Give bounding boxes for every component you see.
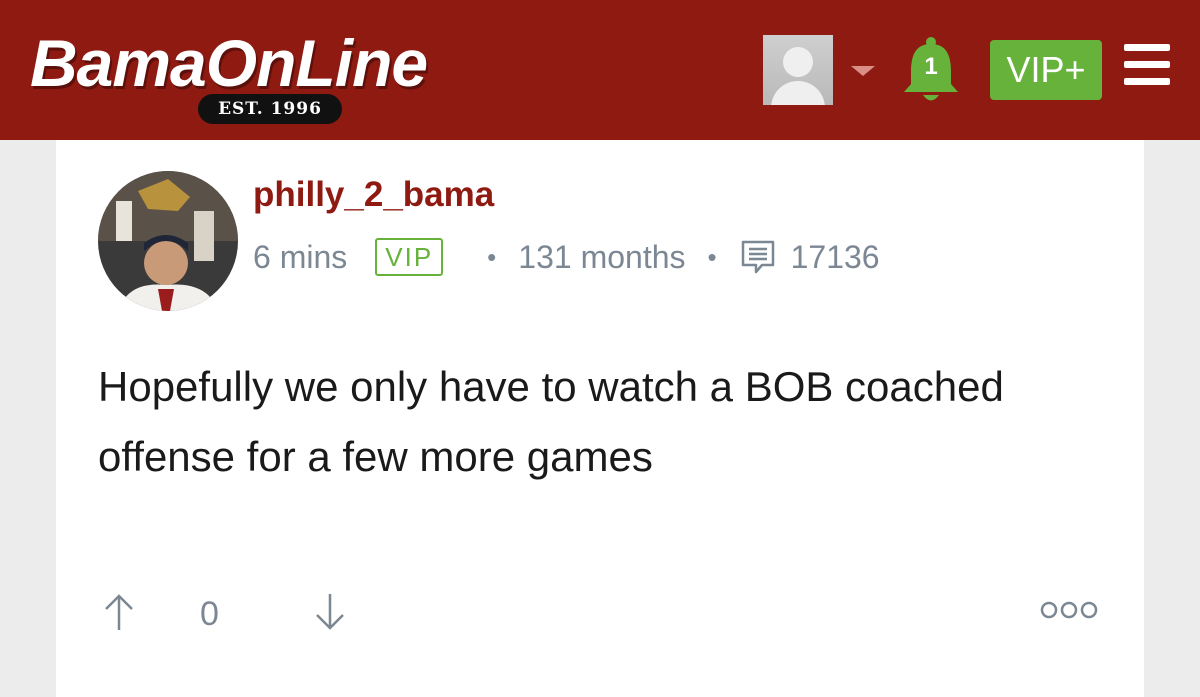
post-body: Hopefully we only have to watch a BOB co…: [98, 363, 1004, 480]
hamburger-menu-icon[interactable]: [1124, 44, 1170, 86]
site-header: BamaOnLine EST. 1996 1 VIP+: [0, 0, 1200, 140]
vote-count: 0: [200, 595, 219, 633]
logo-est-badge: EST. 1996: [198, 94, 342, 124]
membership-duration: 131 months: [518, 238, 686, 275]
caret-down-icon[interactable]: [851, 66, 875, 76]
comment-count-icon: [741, 240, 774, 274]
post-meta: 6 mins VIP • 131 months • 17136: [253, 234, 880, 280]
separator-dot: •: [707, 241, 717, 272]
downvote-arrow-icon[interactable]: [313, 592, 347, 632]
notification-count: 1: [924, 53, 938, 80]
post-count: 17136: [790, 238, 880, 275]
logo-text: BamaOnLine: [30, 26, 428, 100]
vip-badge: VIP: [375, 238, 444, 276]
upvote-arrow-icon[interactable]: [102, 592, 136, 632]
separator-dot: •: [487, 241, 497, 272]
post-username[interactable]: philly_2_bama: [253, 174, 494, 216]
profile-photo: [98, 171, 238, 311]
vip-plus-button[interactable]: VIP+: [990, 40, 1102, 100]
notifications-button[interactable]: 1: [898, 36, 964, 106]
more-options-icon[interactable]: [1040, 600, 1098, 620]
post-time: 6 mins: [253, 238, 348, 275]
site-logo[interactable]: BamaOnLine EST. 1996: [30, 20, 530, 130]
user-profile-picture[interactable]: [98, 171, 238, 311]
user-avatar-icon[interactable]: [763, 35, 833, 105]
